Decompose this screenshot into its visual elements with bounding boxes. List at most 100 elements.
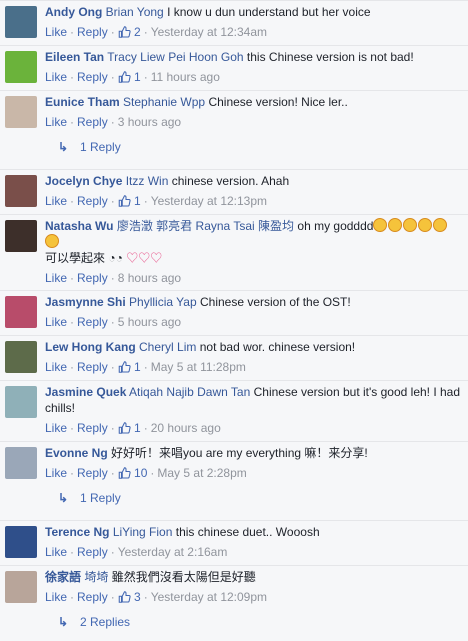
like-link[interactable]: Like [45,194,67,208]
comment-author[interactable]: Natasha Wu [45,219,113,233]
comment-timestamp[interactable]: 11 hours ago [151,70,220,84]
avatar[interactable] [5,96,37,128]
reply-link[interactable]: Reply [77,466,108,480]
reply-link[interactable]: Reply [77,194,108,208]
like-count[interactable]: 10 [131,466,147,480]
like-link[interactable]: Like [45,315,67,329]
reply-link[interactable]: Reply [77,25,108,39]
avatar[interactable] [5,447,37,479]
comment-author[interactable]: Jocelyn Chye [45,174,122,188]
like-link[interactable]: Like [45,545,67,559]
tagged-user[interactable]: LiYing Fion [113,525,173,539]
avatar[interactable] [5,571,37,603]
tagged-user[interactable]: 埼埼 [84,570,108,584]
separator: · [143,360,148,374]
tagged-user[interactable]: Dawn Tan [197,385,250,399]
comment-meta: Like · Reply · 10 · May 5 at 2:28pm [45,465,463,481]
like-link[interactable]: Like [45,360,67,374]
like-count[interactable]: 1 [131,70,141,84]
like-count[interactable]: 2 [131,25,141,39]
like-link[interactable]: Like [45,466,67,480]
tagged-user[interactable]: Pei Hoon Goh [168,50,243,64]
avatar[interactable] [5,175,37,207]
reply-link[interactable]: Reply [77,590,108,604]
avatar[interactable] [5,386,37,418]
like-count[interactable]: 1 [131,421,141,435]
reply-link[interactable]: Reply [77,545,108,559]
comment-body: Eunice Tham Stephanie Wpp Chinese versio… [45,94,463,130]
comment-text: 好好听！来唱you are my everything 嘛！来分享! [111,446,368,460]
reply-link[interactable]: Reply [77,315,108,329]
view-replies-link[interactable]: ↳ 2 Replies [58,610,463,634]
comment-timestamp[interactable]: Yesterday at 12:34am [151,25,267,39]
separator: · [110,115,115,129]
comment-timestamp[interactable]: 5 hours ago [118,315,181,329]
comment-timestamp[interactable]: 8 hours ago [118,271,181,285]
comment-timestamp[interactable]: Yesterday at 12:13pm [151,194,267,208]
comment-body: Andy Ong Brian Yong I know u dun underst… [45,4,463,40]
avatar[interactable] [5,526,37,558]
avatar[interactable] [5,6,37,38]
comment-author[interactable]: Lew Hong Kang [45,340,136,354]
separator: · [70,194,75,208]
comment-meta: Like · Reply · 1 · May 5 at 11:28pm [45,359,463,375]
like-link[interactable]: Like [45,25,67,39]
comment-author[interactable]: 徐家語 [45,570,81,584]
comment-meta: Like · Reply · 3 · Yesterday at 12:09pm [45,589,463,605]
reply-link[interactable]: Reply [77,70,108,84]
avatar[interactable] [5,220,37,252]
avatar[interactable] [5,51,37,83]
separator: · [110,421,115,435]
like-count[interactable]: 1 [131,194,141,208]
tagged-user[interactable]: Tracy Liew [107,50,165,64]
comment-timestamp[interactable]: Yesterday at 2:16am [118,545,228,559]
tagged-user[interactable]: Brian Yong [106,5,164,19]
comment-author[interactable]: Andy Ong [45,5,102,19]
comment-author[interactable]: Terence Ng [45,525,109,539]
like-link[interactable]: Like [45,271,67,285]
comment-author[interactable]: Jasmine Quek [45,385,126,399]
separator: · [143,25,148,39]
reply-link[interactable]: Reply [77,421,108,435]
comment-timestamp[interactable]: May 5 at 11:28pm [151,360,246,374]
tagged-user[interactable]: Atiqah Najib [129,385,194,399]
tagged-user[interactable]: Cheryl Lim [139,340,196,354]
like-count[interactable]: 3 [131,590,141,604]
comment-author[interactable]: Evonne Ng [45,446,108,460]
comment-text: Chinese version of the OST! [199,295,351,309]
comment-timestamp[interactable]: May 5 at 2:28pm [157,466,246,480]
view-replies-link[interactable]: ↳ 1 Reply [58,135,463,159]
comment-author[interactable]: Jasmynne Shi [45,295,126,309]
tagged-user[interactable]: Stephanie Wpp [123,95,205,109]
like-count[interactable]: 1 [131,360,141,374]
thumbs-up-icon [118,361,131,373]
tagged-user[interactable]: 廖浩澂 [117,219,153,233]
tagged-user[interactable]: Rayna Tsai [196,219,255,233]
reply-link[interactable]: Reply [77,360,108,374]
comment-timestamp[interactable]: 3 hours ago [118,115,181,129]
avatar[interactable] [5,296,37,328]
comment-author[interactable]: Eunice Tham [45,95,120,109]
view-replies-link[interactable]: ↳ 1 Reply [58,486,463,510]
thumbs-up-icon [118,195,131,207]
replies-count: 2 Replies [80,615,131,629]
comment-item: Terence Ng LiYing Fion this chinese duet… [0,520,468,565]
tagged-user[interactable]: 郭亮君 [156,219,192,233]
comment-text: oh my godddd [297,219,374,233]
reply-link[interactable]: Reply [77,271,108,285]
comment-timestamp[interactable]: Yesterday at 12:09pm [151,590,267,604]
comment-timestamp[interactable]: 20 hours ago [151,421,221,435]
reply-link[interactable]: Reply [77,115,108,129]
like-link[interactable]: Like [45,421,67,435]
replies-count: 1 Reply [80,491,121,505]
like-link[interactable]: Like [45,115,67,129]
comment-body: Terence Ng LiYing Fion this chinese duet… [45,524,463,560]
comment-author[interactable]: Eileen Tan [45,50,104,64]
tagged-user[interactable]: 陳盈均 [258,219,294,233]
comment-body: Evonne Ng 好好听！来唱you are my everything 嘛！… [45,445,463,481]
tagged-user[interactable]: Phyllicia Yap [129,295,197,309]
avatar[interactable] [5,341,37,373]
like-link[interactable]: Like [45,590,67,604]
tagged-user[interactable]: Itzz Win [126,174,169,188]
like-link[interactable]: Like [45,70,67,84]
